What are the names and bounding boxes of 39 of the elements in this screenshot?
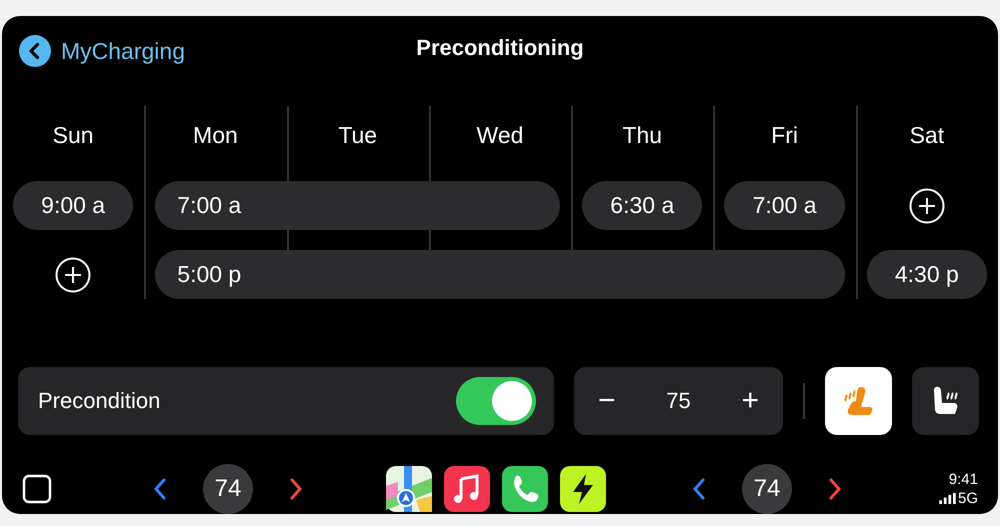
chevron-right-icon[interactable] [828, 477, 842, 501]
chevron-left-icon[interactable] [153, 477, 167, 501]
time-slot[interactable]: 6:30 a [582, 181, 702, 230]
back-icon[interactable] [19, 35, 51, 67]
phone-app-icon[interactable] [502, 466, 548, 512]
day-label: Mon [192, 121, 239, 149]
seat-button[interactable] [825, 367, 892, 435]
increase-button[interactable]: + [733, 384, 767, 418]
chevron-left-icon[interactable] [692, 477, 706, 501]
precondition-label: Precondition [38, 388, 160, 414]
network-label: 5G [958, 490, 978, 507]
lightning-app-icon[interactable] [560, 466, 606, 512]
time-slot[interactable]: 5:00 p [155, 250, 845, 299]
day-label: Fri [770, 121, 799, 149]
time-slot[interactable]: 7:00 a [724, 181, 845, 230]
signal-icon [938, 493, 956, 504]
temperature-badge[interactable]: 74 [203, 464, 253, 514]
temperature-badge[interactable]: 74 [742, 464, 792, 514]
day-label: Thu [621, 121, 664, 149]
day-label: Sat [908, 121, 946, 149]
screen-title: Preconditioning [416, 34, 584, 60]
day-label: Tue [337, 121, 378, 149]
time-slot[interactable]: 4:30 p [866, 250, 987, 299]
maps-app-icon[interactable] [386, 466, 432, 512]
add-icon[interactable] [908, 188, 945, 224]
time-slot[interactable]: 7:00 a [155, 181, 560, 230]
seat-button[interactable] [912, 367, 979, 435]
temperature-value: 75 [666, 388, 691, 414]
add-icon[interactable] [55, 256, 92, 292]
time-slot[interactable]: 9:00 a [13, 181, 134, 230]
home-square-icon[interactable] [22, 474, 52, 504]
decrease-button[interactable]: − [590, 384, 624, 418]
music-app-icon[interactable] [444, 466, 490, 512]
back-link[interactable]: MyCharging [61, 38, 185, 64]
toggle-switch[interactable] [456, 377, 536, 425]
day-label: Wed [476, 121, 524, 149]
clock-time: 9:41 [948, 471, 978, 488]
chevron-right-icon[interactable] [289, 477, 303, 501]
day-label: Sun [52, 121, 95, 149]
